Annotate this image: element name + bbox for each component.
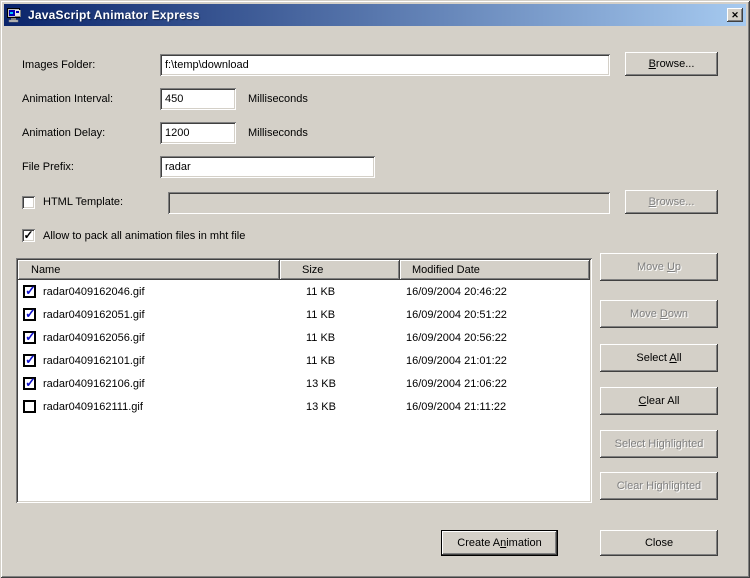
dialog-javascript-animator-express: JavaScript Animator Express ✕ Images Fol…	[0, 0, 750, 578]
move-up-button: Move Up	[600, 253, 718, 281]
pack-mht-label: Allow to pack all animation files in mht…	[43, 230, 246, 242]
file-name: radar0409162101.gif	[43, 354, 145, 367]
row-checkbox[interactable]	[23, 306, 36, 322]
animation-interval-input[interactable]	[160, 88, 236, 110]
animation-delay-unit: Milliseconds	[248, 127, 308, 139]
app-icon	[7, 8, 21, 23]
animation-interval-unit: Milliseconds	[248, 93, 308, 105]
file-size: 11 KB	[306, 331, 336, 344]
file-size: 13 KB	[306, 377, 336, 390]
create-animation-button[interactable]: Create Animation	[441, 530, 558, 556]
file-modified: 16/09/2004 20:51:22	[406, 308, 507, 321]
row-checkbox[interactable]	[23, 283, 36, 299]
table-row[interactable]: radar0409162051.gif 11 KB 16/09/2004 20:…	[18, 303, 590, 326]
file-name: radar0409162111.gif	[43, 400, 143, 413]
images-folder-label: Images Folder:	[22, 59, 96, 71]
browse-template-button: Browse...	[625, 190, 718, 214]
table-row[interactable]: radar0409162101.gif 11 KB 16/09/2004 21:…	[18, 349, 590, 372]
file-modified: 16/09/2004 20:46:22	[406, 285, 507, 298]
select-all-button[interactable]: Select All	[600, 344, 718, 372]
table-row[interactable]: radar0409162046.gif 11 KB 16/09/2004 20:…	[18, 280, 590, 303]
file-modified: 16/09/2004 21:01:22	[406, 354, 507, 367]
row-checkbox[interactable]	[23, 375, 36, 391]
close-button[interactable]: Close	[600, 530, 718, 556]
file-name: radar0409162051.gif	[43, 308, 145, 321]
file-modified: 16/09/2004 20:56:22	[406, 331, 507, 344]
clear-highlighted-button: Clear Highlighted	[600, 472, 718, 500]
row-checkbox[interactable]	[23, 352, 36, 368]
title-bar[interactable]: JavaScript Animator Express ✕	[4, 4, 746, 26]
file-list[interactable]: Name Size Modified Date radar0409162046.…	[16, 258, 592, 503]
close-icon[interactable]: ✕	[727, 8, 743, 22]
file-prefix-input[interactable]	[160, 156, 375, 178]
file-modified: 16/09/2004 21:06:22	[406, 377, 507, 390]
file-size: 11 KB	[306, 354, 336, 367]
html-template-label: HTML Template:	[43, 196, 124, 208]
window-title: JavaScript Animator Express	[28, 8, 200, 22]
images-folder-input[interactable]	[160, 54, 610, 76]
row-checkbox[interactable]	[23, 400, 36, 413]
table-row[interactable]: radar0409162056.gif 11 KB 16/09/2004 20:…	[18, 326, 590, 349]
file-size: 11 KB	[306, 285, 336, 298]
column-header-modified[interactable]: Modified Date	[400, 260, 590, 280]
animation-interval-label: Animation Interval:	[22, 93, 114, 105]
select-highlighted-button: Select Highlighted	[600, 430, 718, 458]
file-modified: 16/09/2004 21:11:22	[406, 400, 507, 413]
file-name: radar0409162046.gif	[43, 285, 145, 298]
file-size: 11 KB	[306, 308, 336, 321]
pack-mht-checkbox[interactable]	[22, 229, 35, 242]
animation-delay-input[interactable]	[160, 122, 236, 144]
file-name: radar0409162106.gif	[43, 377, 145, 390]
html-template-checkbox[interactable]	[22, 196, 35, 209]
file-list-header: Name Size Modified Date	[18, 260, 590, 280]
animation-delay-label: Animation Delay:	[22, 127, 106, 139]
file-name: radar0409162056.gif	[43, 331, 145, 344]
html-template-input	[168, 192, 610, 214]
table-row[interactable]: radar0409162106.gif 13 KB 16/09/2004 21:…	[18, 372, 590, 395]
row-checkbox[interactable]	[23, 329, 36, 345]
move-down-button: Move Down	[600, 300, 718, 328]
browse-images-button[interactable]: Browse...	[625, 52, 718, 76]
column-header-size[interactable]: Size	[280, 260, 400, 280]
file-prefix-label: File Prefix:	[22, 161, 74, 173]
column-header-name[interactable]: Name	[18, 260, 280, 280]
clear-all-button[interactable]: Clear All	[600, 387, 718, 415]
table-row[interactable]: radar0409162111.gif 13 KB 16/09/2004 21:…	[18, 395, 590, 418]
file-size: 13 KB	[306, 400, 336, 413]
